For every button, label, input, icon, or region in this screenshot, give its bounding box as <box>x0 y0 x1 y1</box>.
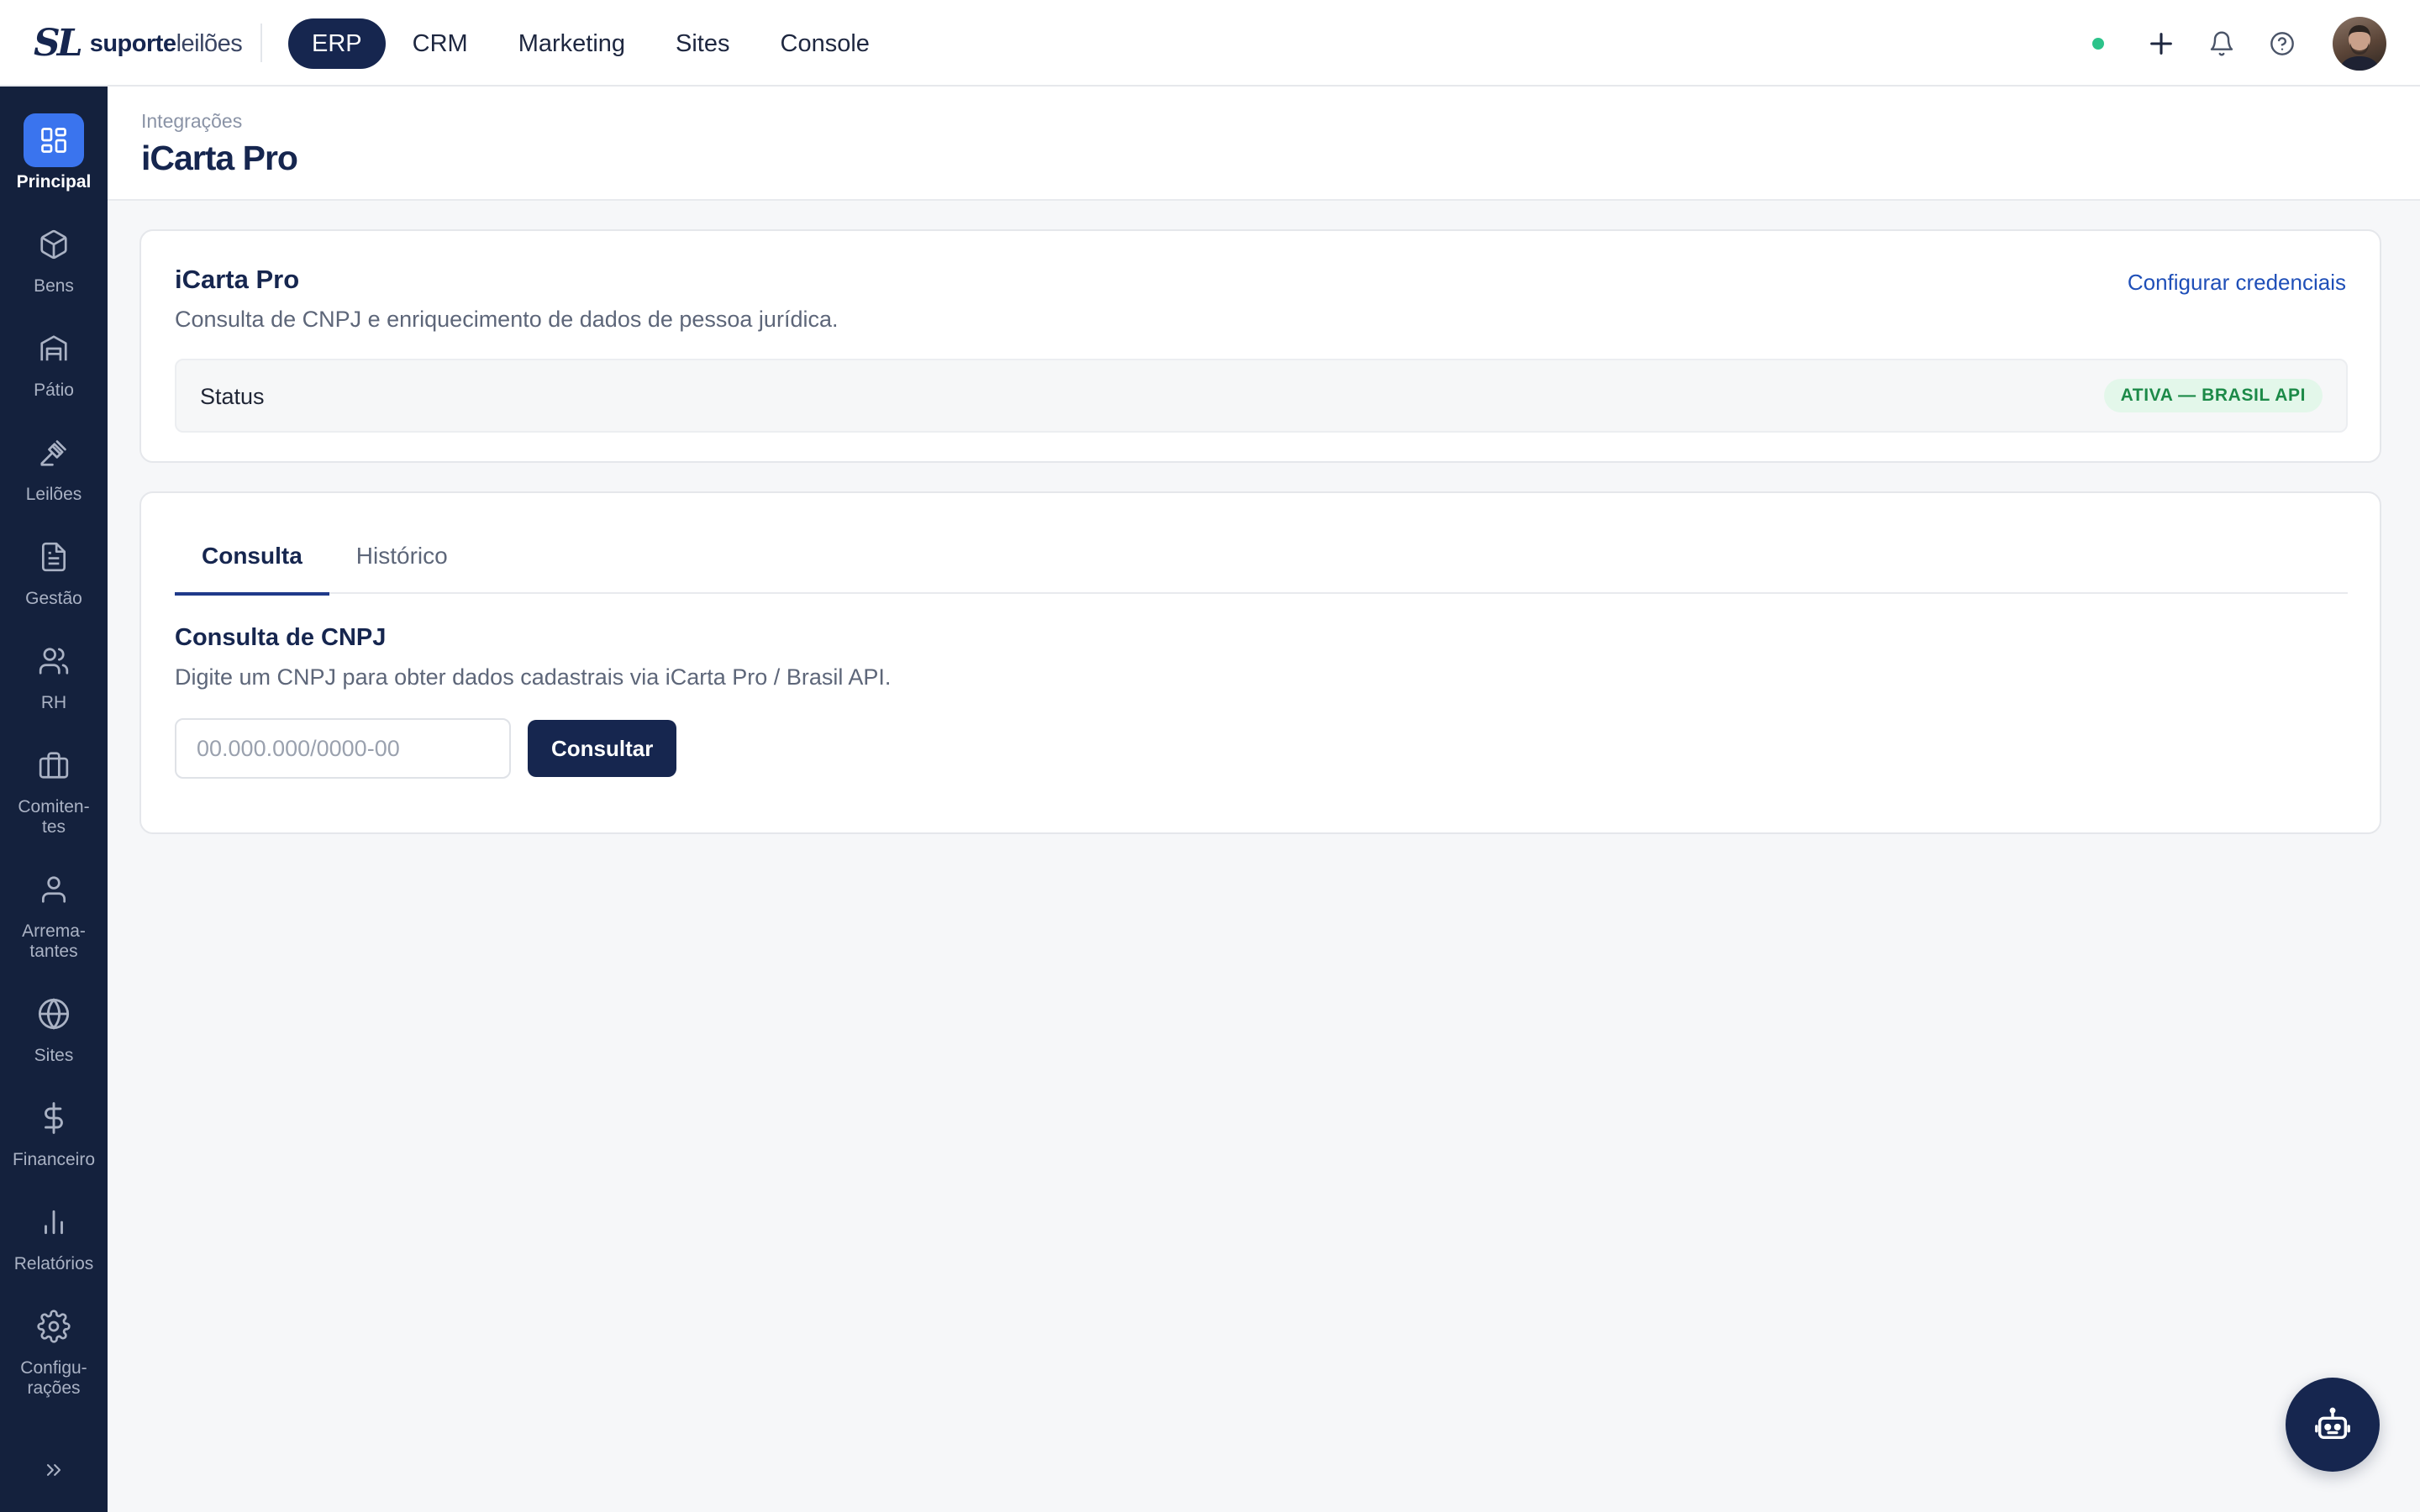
gear-icon <box>24 1299 84 1353</box>
bar-chart-icon <box>24 1195 84 1249</box>
page-header: Integrações iCarta Pro <box>108 87 2420 201</box>
sidebar-item-financeiro[interactable]: Financeiro <box>0 1091 108 1170</box>
consulta-card: Consulta Histórico Consulta de CNPJ Digi… <box>139 491 2381 834</box>
sidebar-item-label: Pátio <box>34 381 74 400</box>
sidebar-item-configuracoes[interactable]: Configu-rações <box>0 1299 108 1399</box>
sidebar-item-label: Bens <box>34 276 74 296</box>
integration-title: iCarta Pro <box>175 265 300 294</box>
briefcase-icon <box>24 738 84 792</box>
box-icon <box>24 218 84 271</box>
cnpj-input[interactable] <box>175 718 511 779</box>
sidebar-item-label: Gestão <box>25 589 82 608</box>
integration-card: iCarta Pro Consulta de CNPJ e enriquecim… <box>139 229 2381 463</box>
globe-icon <box>24 987 84 1041</box>
top-bar: SL suporteleilões ERP CRM Marketing Site… <box>0 0 2420 87</box>
sidebar-item-principal[interactable]: Principal <box>0 113 108 192</box>
status-badge: ATIVA — BRASIL API <box>2103 379 2323 412</box>
consultar-button[interactable]: Consultar <box>528 720 677 777</box>
chevrons-right-icon[interactable] <box>34 1450 74 1490</box>
plus-icon[interactable] <box>2144 27 2178 60</box>
status-row: Status ATIVA — BRASIL API <box>175 359 2348 433</box>
assistant-button[interactable] <box>2286 1378 2380 1472</box>
consulta-title: Consulta de CNPJ <box>175 624 387 651</box>
sidebar-item-label: RH <box>40 693 67 712</box>
sidebar-item-label: Principal <box>16 172 92 192</box>
document-icon <box>24 530 84 584</box>
configure-credentials-link[interactable]: Configurar credenciais <box>2128 270 2346 296</box>
status-label: Status <box>200 384 265 409</box>
breadcrumb[interactable]: Integrações <box>141 110 242 133</box>
sidebar: Principal Bens Pátio Leilões Gestão RH C… <box>0 87 108 1512</box>
sidebar-item-label: Financeiro <box>12 1150 96 1169</box>
page-title: iCarta Pro <box>141 139 298 177</box>
grid-icon <box>24 113 84 167</box>
tab-historico[interactable]: Histórico <box>329 535 475 594</box>
tabs: Consulta Histórico <box>175 535 2348 596</box>
sidebar-item-label: Leilões <box>25 485 82 504</box>
sidebar-item-label: Relatórios <box>13 1254 94 1273</box>
robot-icon <box>2313 1405 2352 1444</box>
status-dot <box>2092 38 2104 50</box>
sidebar-item-leiloes[interactable]: Leilões <box>0 426 108 505</box>
top-actions <box>2092 17 2386 71</box>
gavel-icon <box>24 426 84 480</box>
sidebar-item-label: Arrema-tantes <box>22 921 86 961</box>
top-nav-crm[interactable]: CRM <box>389 18 492 69</box>
top-nav: ERP CRM Marketing Sites Console <box>288 18 897 69</box>
tab-consulta[interactable]: Consulta <box>175 535 329 596</box>
sidebar-item-gestao[interactable]: Gestão <box>0 530 108 609</box>
sidebar-item-patio[interactable]: Pátio <box>0 322 108 401</box>
users-icon <box>24 634 84 688</box>
logo-text: suporteleilões <box>89 30 243 57</box>
help-circle-icon[interactable] <box>2265 27 2299 60</box>
avatar[interactable] <box>2333 17 2386 71</box>
sidebar-item-relatorios[interactable]: Relatórios <box>0 1195 108 1274</box>
sidebar-item-sites[interactable]: Sites <box>0 987 108 1066</box>
top-nav-marketing[interactable]: Marketing <box>495 18 649 69</box>
user-icon <box>24 863 84 916</box>
integration-description: Consulta de CNPJ e enriquecimento de dad… <box>175 307 839 332</box>
sidebar-item-label: Sites <box>34 1046 74 1065</box>
top-nav-sites[interactable]: Sites <box>652 18 753 69</box>
sidebar-item-comitentes[interactable]: Comiten-tes <box>0 738 108 837</box>
sidebar-item-rh[interactable]: RH <box>0 634 108 713</box>
top-divider <box>260 24 262 62</box>
logo[interactable]: SL suporteleilões <box>34 22 243 65</box>
sidebar-item-label: Comiten-tes <box>18 797 90 837</box>
bell-icon[interactable] <box>2205 27 2238 60</box>
sidebar-item-label: Configu-rações <box>20 1358 87 1398</box>
sidebar-item-bens[interactable]: Bens <box>0 218 108 297</box>
top-nav-erp[interactable]: ERP <box>288 18 386 69</box>
warehouse-icon <box>24 322 84 375</box>
top-nav-console[interactable]: Console <box>757 18 893 69</box>
dollar-icon <box>24 1091 84 1145</box>
logo-mark: SL <box>34 22 83 65</box>
consulta-description: Digite um CNPJ para obter dados cadastra… <box>175 664 892 690</box>
sidebar-item-arrematantes[interactable]: Arrema-tantes <box>0 863 108 962</box>
